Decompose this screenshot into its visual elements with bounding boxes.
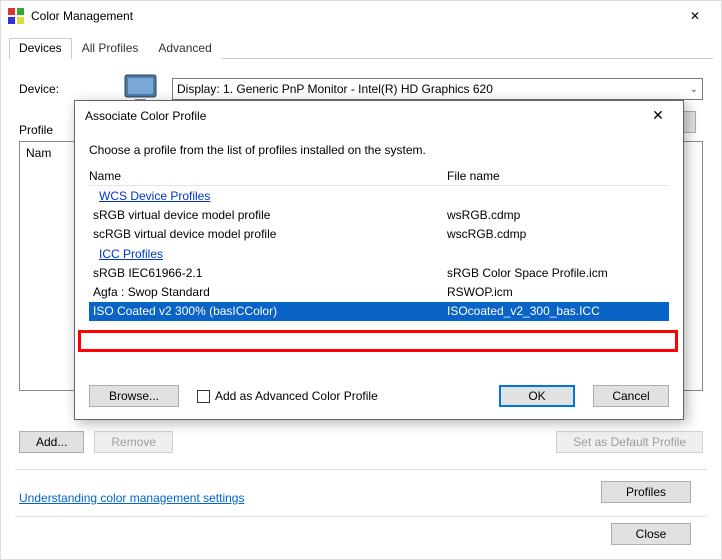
add-advanced-text: Add as Advanced Color Profile	[215, 389, 378, 403]
chevron-down-icon: ⌄	[690, 84, 698, 95]
dialog-body: Choose a profile from the list of profil…	[75, 131, 683, 329]
device-selected-text: Display: 1. Generic PnP Monitor - Intel(…	[177, 82, 493, 96]
profile-file: wscRGB.cdmp	[447, 225, 669, 244]
tabstrip: Devices All Profiles Advanced	[9, 37, 713, 59]
profile-file: ISOcoated_v2_300_bas.ICC	[447, 302, 669, 321]
associate-color-profile-dialog: Associate Color Profile ✕ Choose a profi…	[74, 100, 684, 420]
set-default-profile-button: Set as Default Profile	[556, 431, 703, 453]
profile-name: scRGB virtual device model profile	[93, 225, 447, 244]
app-icon	[7, 7, 25, 25]
profiles-button[interactable]: Profiles	[601, 481, 691, 503]
dialog-instruction: Choose a profile from the list of profil…	[89, 143, 669, 157]
tab-all-profiles[interactable]: All Profiles	[72, 38, 149, 59]
main-titlebar: Color Management ✕	[1, 1, 721, 31]
profile-name: Agfa : Swop Standard	[93, 283, 447, 302]
profile-file: wsRGB.cdmp	[447, 206, 669, 225]
dialog-button-row: Browse... Add as Advanced Color Profile …	[89, 385, 669, 407]
dialog-titlebar: Associate Color Profile ✕	[75, 101, 683, 131]
column-filename[interactable]: File name	[447, 169, 669, 183]
tab-devices[interactable]: Devices	[9, 38, 72, 59]
profile-row[interactable]: scRGB virtual device model profile wscRG…	[89, 225, 669, 244]
tab-advanced[interactable]: Advanced	[148, 38, 221, 59]
profile-name: ISO Coated v2 300% (basICColor)	[93, 302, 447, 321]
column-header-name-partial: Nam	[26, 146, 51, 160]
profile-file: RSWOP.icm	[447, 283, 669, 302]
profile-name: sRGB virtual device model profile	[93, 206, 447, 225]
device-dropdown[interactable]: Display: 1. Generic PnP Monitor - Intel(…	[172, 78, 703, 100]
group-icc: ICC Profiles	[89, 244, 669, 264]
list-header: Name File name	[89, 169, 669, 186]
cancel-button[interactable]: Cancel	[593, 385, 669, 407]
profile-name: sRGB IEC61966-2.1	[93, 264, 447, 283]
dialog-title: Associate Color Profile	[85, 109, 643, 123]
profile-row[interactable]: Agfa : Swop Standard RSWOP.icm	[89, 283, 669, 302]
add-advanced-checkbox-label[interactable]: Add as Advanced Color Profile	[197, 389, 378, 403]
column-name[interactable]: Name	[89, 169, 447, 183]
remove-button: Remove	[94, 431, 173, 453]
profile-file: sRGB Color Space Profile.icm	[447, 264, 669, 283]
profile-row[interactable]: sRGB virtual device model profile wsRGB.…	[89, 206, 669, 225]
profile-buttons-row: Add... Remove Set as Default Profile	[19, 431, 703, 453]
window-title: Color Management	[31, 9, 675, 23]
divider	[15, 516, 707, 517]
close-button[interactable]: Close	[611, 523, 691, 545]
add-button[interactable]: Add...	[19, 431, 84, 453]
group-wcs: WCS Device Profiles	[89, 186, 669, 206]
add-advanced-checkbox[interactable]	[197, 390, 210, 403]
device-label: Device:	[19, 82, 109, 96]
profile-row-selected[interactable]: ISO Coated v2 300% (basICColor) ISOcoate…	[89, 302, 669, 321]
divider	[15, 469, 707, 470]
profile-row[interactable]: sRGB IEC61966-2.1 sRGB Color Space Profi…	[89, 264, 669, 283]
help-link[interactable]: Understanding color management settings	[19, 491, 244, 505]
close-icon[interactable]: ✕	[643, 107, 673, 124]
browse-button[interactable]: Browse...	[89, 385, 179, 407]
ok-button[interactable]: OK	[499, 385, 575, 407]
close-icon[interactable]: ✕	[675, 9, 715, 23]
